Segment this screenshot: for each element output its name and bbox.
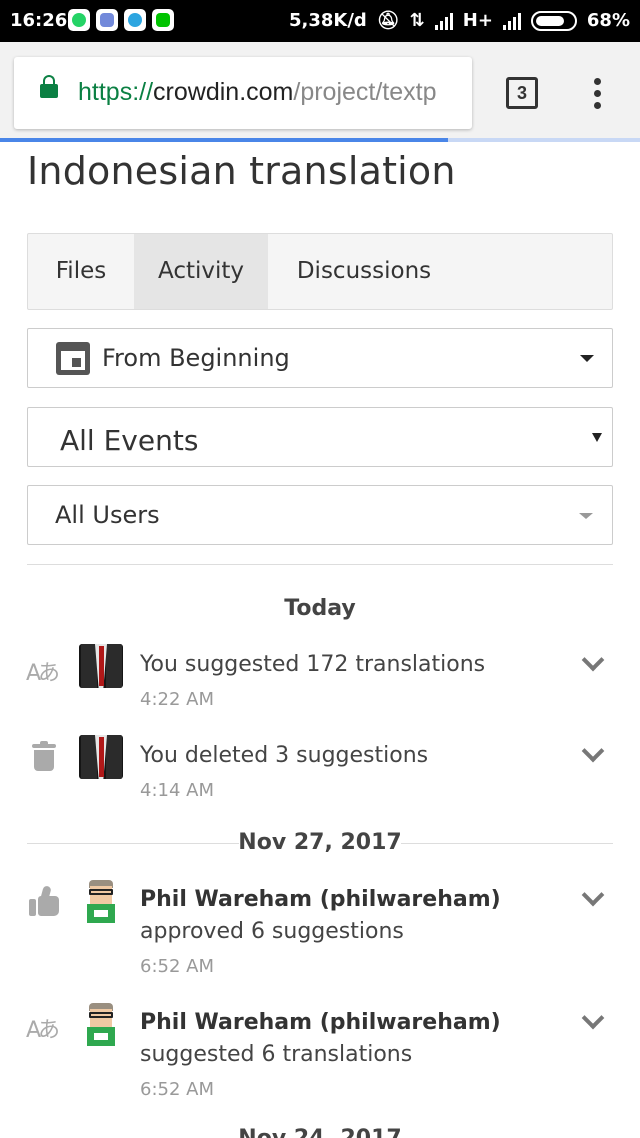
avatar[interactable]	[79, 644, 123, 688]
whatsapp-icon	[68, 9, 90, 31]
thumbs-up-icon	[29, 885, 59, 916]
activity-action: You suggested 172 translations	[140, 652, 486, 677]
activity-time: 6:52 AM	[140, 956, 214, 977]
network-type: H+	[462, 10, 493, 31]
data-arrows-icon: ⇅	[409, 10, 425, 31]
tab-discussions[interactable]: Discussions	[268, 234, 460, 309]
activity-action: suggested 6 translations	[140, 1042, 413, 1067]
activity-time: 4:14 AM	[140, 780, 214, 801]
tab-switcher-button[interactable]: 3	[506, 77, 538, 109]
chevron-down-icon[interactable]	[581, 883, 605, 907]
activity-text: Phil Wareham (philwareham) suggested 6 t…	[140, 1007, 501, 1071]
more-menu-icon[interactable]	[594, 78, 602, 110]
url-bar[interactable]: https://crowdin.com/project/textp	[14, 57, 472, 129]
browser-toolbar: https://crowdin.com/project/textp 3	[0, 42, 640, 142]
battery-icon	[530, 10, 577, 31]
users-select[interactable]: All Users	[27, 485, 613, 545]
caret-down-icon	[579, 513, 593, 519]
tab-files[interactable]: Files	[28, 234, 134, 309]
events-select[interactable]: All Events	[27, 407, 613, 467]
project-tabs: Files Activity Discussions	[27, 233, 613, 310]
activity-user-link[interactable]: Phil Wareham (philwareham)	[140, 1007, 501, 1039]
tab-activity[interactable]: Activity	[134, 234, 268, 309]
activity-time: 6:52 AM	[140, 1079, 214, 1100]
mute-icon: 🔕︎	[376, 10, 400, 31]
activity-text: You suggested 172 translations	[140, 649, 485, 681]
url-text[interactable]: https://crowdin.com/project/textp	[78, 78, 458, 107]
signal-icon	[434, 12, 453, 30]
status-time: 16:26	[10, 10, 68, 31]
avatar[interactable]	[79, 1002, 123, 1046]
caret-down-icon	[580, 355, 594, 362]
users-select-value: All Users	[55, 501, 160, 529]
activity-text: You deleted 3 suggestions	[140, 740, 428, 772]
divider	[27, 564, 613, 565]
period-select-value: From Beginning	[102, 344, 290, 372]
telegram-icon	[124, 9, 146, 31]
url-scheme: https://	[78, 78, 154, 106]
avatar[interactable]	[79, 735, 123, 779]
discord-icon	[96, 9, 118, 31]
calendar-icon	[56, 342, 90, 375]
avatar[interactable]	[79, 879, 123, 923]
network-speed: 5,38K/d	[288, 10, 367, 31]
status-right: 5,38K/d 🔕︎ ⇅ H+ 68%	[289, 10, 630, 31]
notification-icons	[68, 9, 174, 31]
activity-user-link[interactable]: Phil Wareham (philwareham)	[140, 884, 501, 916]
trash-icon	[32, 741, 56, 771]
page-title: Indonesian translation	[27, 149, 456, 193]
chevron-down-icon[interactable]	[581, 648, 605, 672]
url-path: /project/textp	[293, 78, 437, 106]
period-select[interactable]: From Beginning	[27, 328, 613, 388]
day-heading: Nov 24, 2017	[0, 1126, 640, 1138]
translate-icon: Aあ	[26, 661, 60, 686]
chevron-down-icon[interactable]	[581, 1006, 605, 1030]
page-load-progress	[0, 138, 448, 142]
day-divider-right	[401, 843, 613, 844]
status-bar: 16:26 5,38K/d 🔕︎ ⇅ H+ 68%	[0, 0, 640, 42]
page-load-progress-track	[448, 138, 640, 142]
activity-action: You deleted 3 suggestions	[140, 743, 429, 768]
caret-down-icon	[592, 433, 602, 442]
signal-icon-2	[502, 12, 521, 30]
activity-action: approved 6 suggestions	[140, 919, 404, 944]
events-select-value: All Events	[60, 424, 199, 457]
battery-level: 68%	[586, 10, 630, 31]
url-host: crowdin.com	[153, 78, 294, 106]
activity-time: 4:22 AM	[140, 689, 214, 710]
line-icon	[152, 9, 174, 31]
day-heading: Today	[284, 596, 356, 621]
translate-icon: Aあ	[26, 1018, 60, 1043]
chevron-down-icon[interactable]	[581, 739, 605, 763]
activity-text: Phil Wareham (philwareham) approved 6 su…	[140, 884, 501, 948]
lock-icon	[40, 75, 58, 98]
